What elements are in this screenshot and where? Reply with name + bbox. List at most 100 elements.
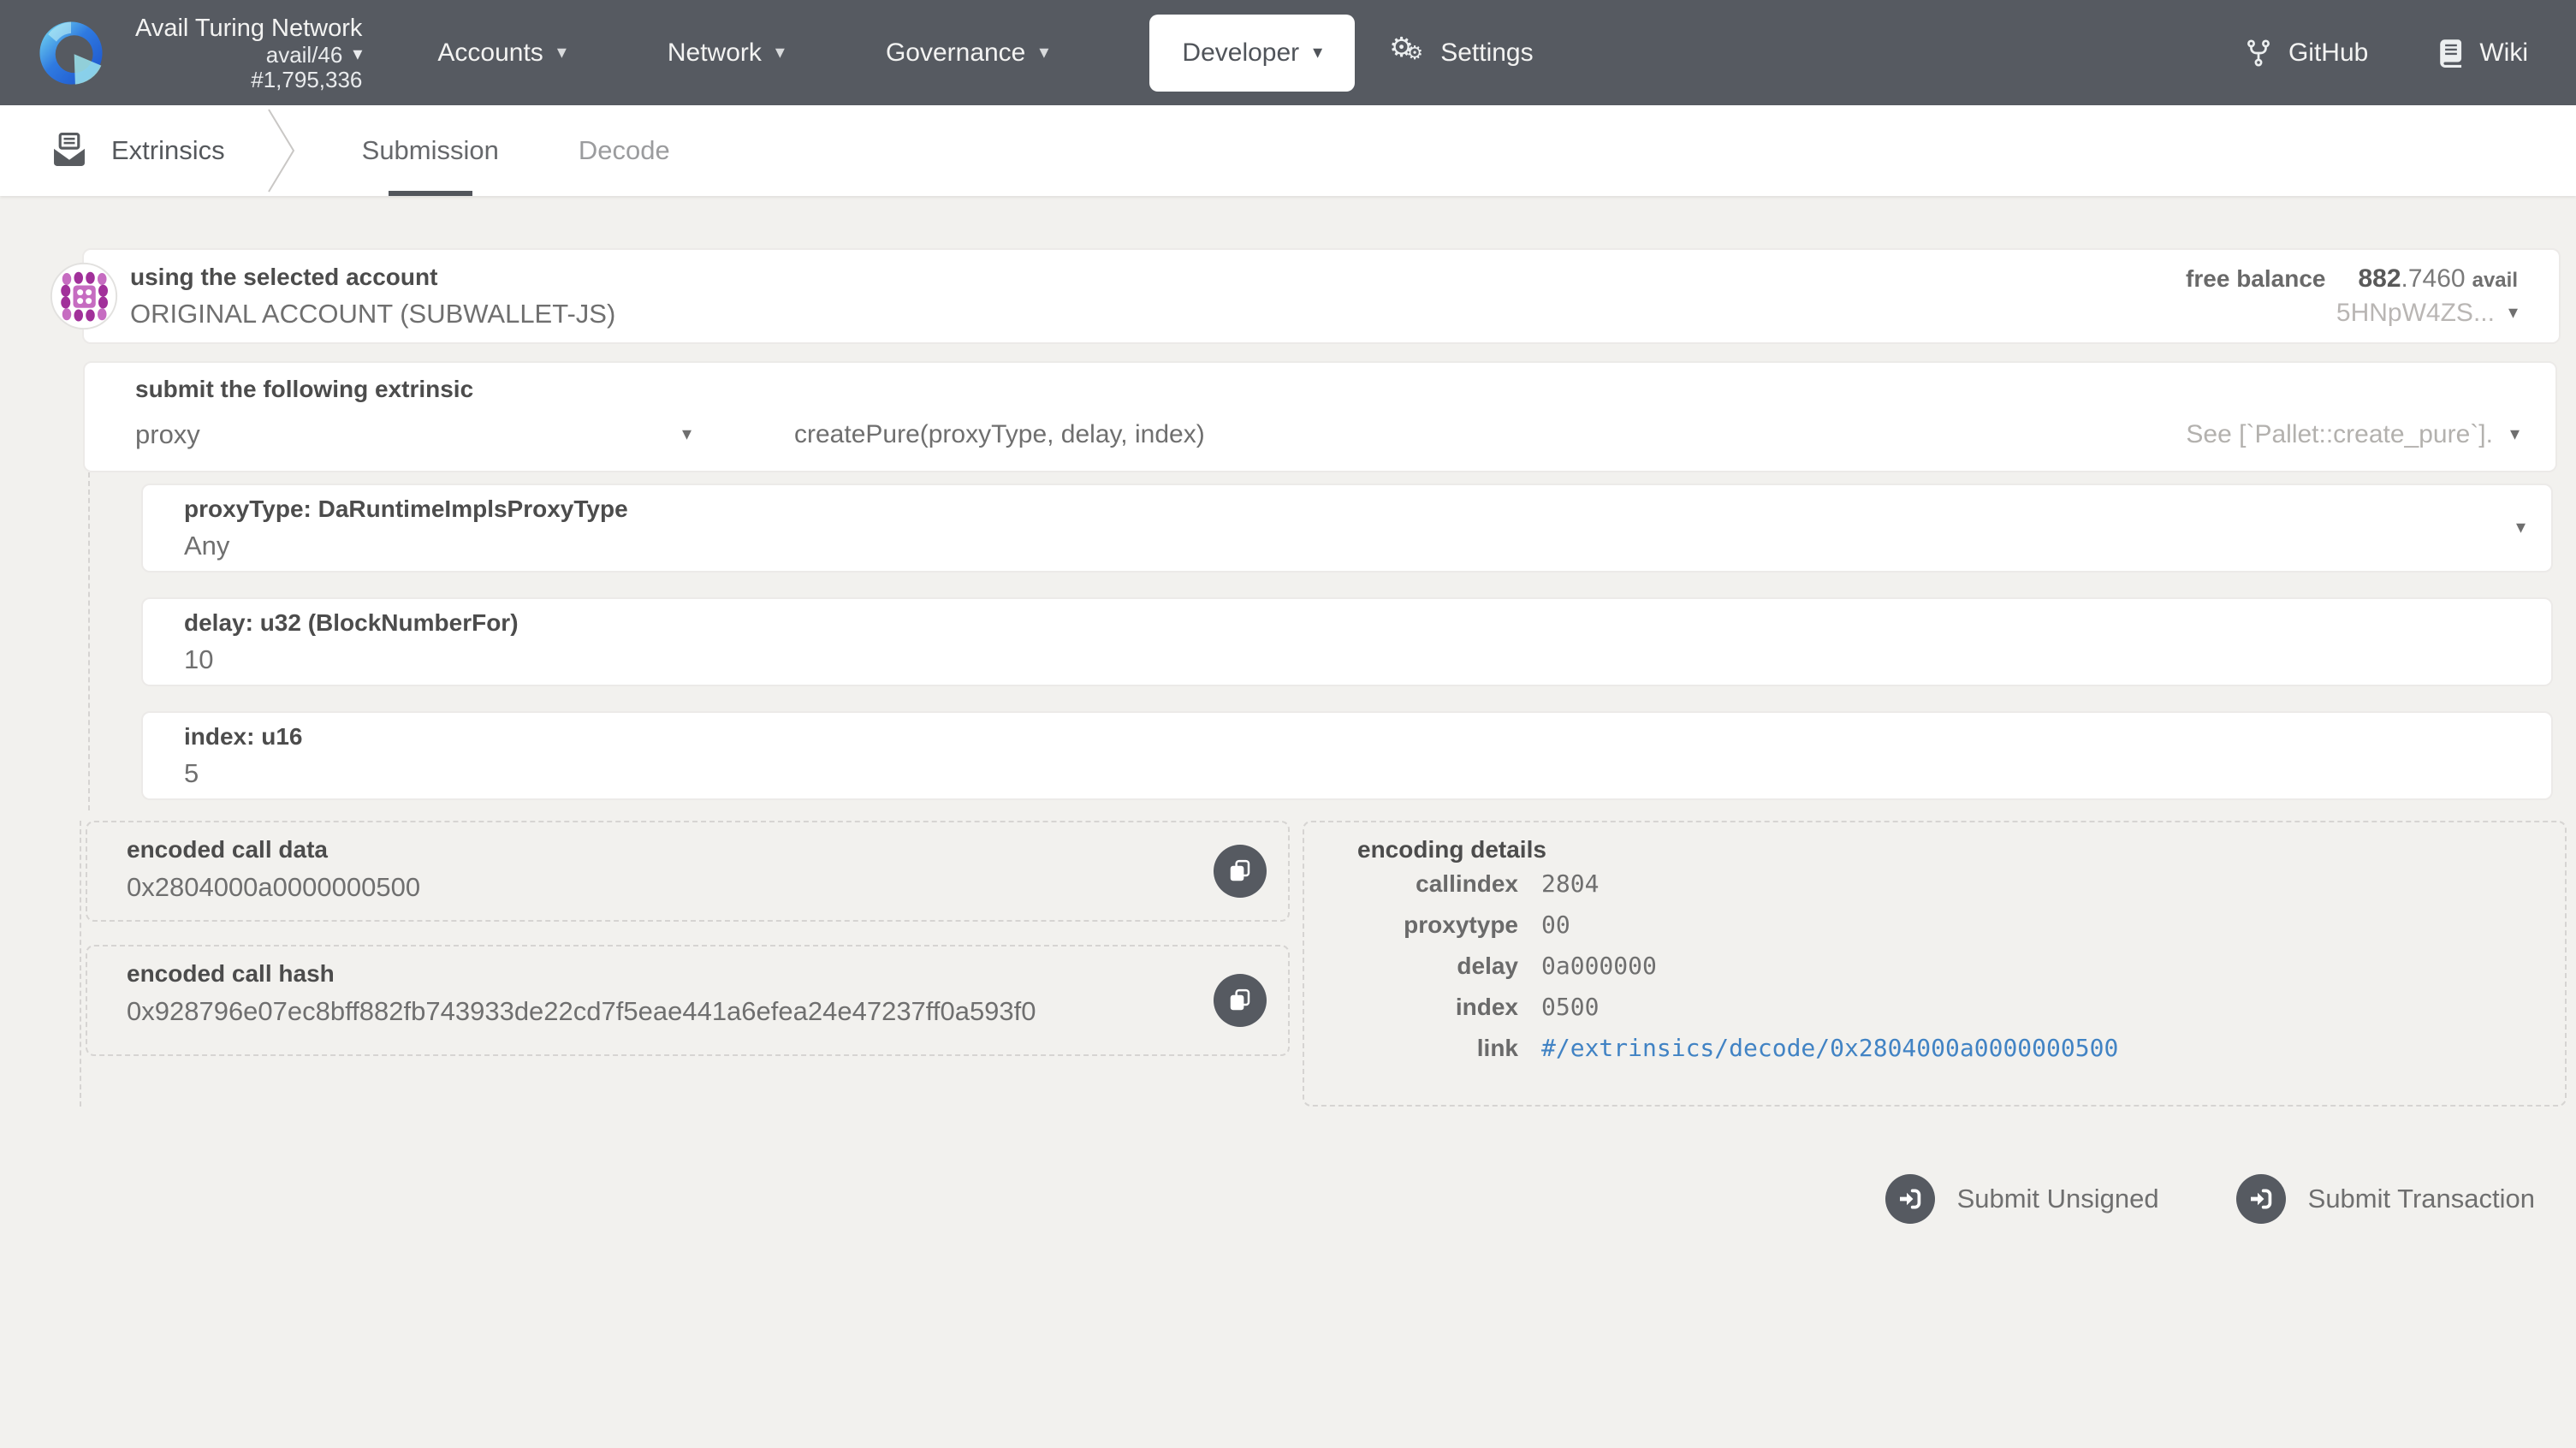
encoded-call-hash-value: 0x928796e07ec8bff882fb743933de22cd7f5eae… xyxy=(127,996,1177,1027)
param-label: proxyType: DaRuntimeImplsProxyType xyxy=(184,496,2551,523)
free-balance: free balance 882.7460avail xyxy=(2186,264,2518,294)
enc-row-label: proxytype xyxy=(1304,905,1518,946)
tab-submission[interactable]: Submission xyxy=(362,105,499,196)
extrinsics-page: using the selected account ORIGINAL ACCO… xyxy=(0,196,2576,1225)
extrinsic-card: submit the following extrinsic proxy ▾ c… xyxy=(83,361,2557,472)
chevron-down-icon: ▾ xyxy=(557,44,567,62)
book-icon xyxy=(2437,39,2464,68)
account-card: using the selected account ORIGINAL ACCO… xyxy=(82,248,2561,344)
extrinsic-selects: proxy ▾ createPure(proxyType, delay, ind… xyxy=(85,419,2555,450)
param-delay-input[interactable]: delay: u32 (BlockNumberFor) 10 xyxy=(141,597,2553,686)
submit-transaction-button[interactable]: Submit Transaction xyxy=(2231,1173,2540,1225)
gears-icon: ⚙⚙ xyxy=(1389,36,1427,70)
encoding-row: callindex 2804 xyxy=(1304,863,2565,905)
enc-row-label: index xyxy=(1304,987,1518,1028)
chevron-down-icon: ▾ xyxy=(1313,44,1322,62)
chevron-down-icon: ▾ xyxy=(2510,425,2520,444)
top-navbar: Avail Turing Network avail/46 ▾ #1,795,3… xyxy=(0,0,2576,105)
encoding-details-title: encoding details xyxy=(1357,836,2565,863)
section-head: Extrinsics xyxy=(50,131,225,170)
chevron-down-icon: ▾ xyxy=(353,45,362,64)
wiki-label: Wiki xyxy=(2479,39,2528,68)
menu-item-accounts[interactable]: Accounts ▾ xyxy=(437,39,566,68)
menu-governance-label: Governance xyxy=(886,39,1025,68)
address-short: 5HNpW4ZS... xyxy=(2336,299,2495,328)
enc-row-value: 0a000000 xyxy=(1541,946,1657,987)
param-value: 10 xyxy=(184,644,2551,675)
account-identicon[interactable] xyxy=(50,262,118,330)
enc-row-label: callindex xyxy=(1304,863,1518,905)
chevron-down-icon: ▾ xyxy=(2508,304,2518,323)
param-proxytype-select[interactable]: proxyType: DaRuntimeImplsProxyType Any ▾ xyxy=(141,484,2553,573)
param-value: Any xyxy=(184,531,2551,561)
encoding-row-link: link #/extrinsics/decode/0x2804000a00000… xyxy=(1304,1028,2565,1069)
method-value: createPure(proxyType, delay, index) xyxy=(794,420,1205,449)
github-link[interactable]: GitHub xyxy=(2244,39,2368,68)
best-block-number: #1,795,336 xyxy=(251,68,362,92)
account-address: 5HNpW4ZS... ▾ xyxy=(2336,299,2518,328)
navbar-external-links: GitHub Wiki xyxy=(2244,39,2528,68)
method-select[interactable]: createPure(proxyType, delay, index) See … xyxy=(794,420,2520,449)
enc-row-value: 2804 xyxy=(1541,863,1599,905)
param-index-input[interactable]: index: u16 5 xyxy=(141,711,2553,800)
tab-decode[interactable]: Decode xyxy=(579,105,670,196)
selected-account: using the selected account ORIGINAL ACCO… xyxy=(130,264,615,329)
submit-transaction-label: Submit Transaction xyxy=(2308,1184,2535,1214)
breadcrumb-divider xyxy=(266,108,297,193)
pallet-value: proxy xyxy=(135,419,200,450)
account-field-label: using the selected account xyxy=(130,264,615,291)
main-menu: Accounts ▾ Network ▾ Governance ▾ Develo… xyxy=(437,15,1634,92)
menu-item-developer[interactable]: Developer ▾ xyxy=(1149,15,1355,92)
submit-unsigned-label: Submit Unsigned xyxy=(1957,1184,2159,1214)
section-title: Extrinsics xyxy=(111,135,225,166)
free-balance-value: 882.7460avail xyxy=(2358,264,2518,294)
encoding-details-box: encoding details callindex 2804 proxytyp… xyxy=(1303,821,2567,1107)
encoded-call-hash-box: encoded call hash 0x928796e07ec8bff882fb… xyxy=(86,945,1290,1056)
copy-icon xyxy=(1227,988,1253,1013)
menu-item-governance[interactable]: Governance ▾ xyxy=(886,39,1048,68)
menu-item-settings[interactable]: ⚙⚙ Settings xyxy=(1389,36,1533,70)
chevron-down-icon: ▾ xyxy=(1039,44,1048,62)
encoded-output-section: encoded call data 0x2804000a0000000500 e… xyxy=(80,821,2567,1107)
pallet-select[interactable]: proxy ▾ xyxy=(135,419,700,450)
method-doc: See [`Pallet::create_pure`]. ▾ xyxy=(2186,420,2520,449)
menu-developer-label: Developer xyxy=(1182,39,1299,68)
free-balance-label: free balance xyxy=(2186,265,2325,293)
enc-row-label: delay xyxy=(1304,946,1518,987)
decode-link[interactable]: #/extrinsics/decode/0x2804000a0000000500 xyxy=(1541,1028,2118,1069)
encoded-call-data-box: encoded call data 0x2804000a0000000500 xyxy=(86,821,1290,922)
git-fork-icon xyxy=(2244,39,2273,68)
tab-bar: Extrinsics Submission Decode xyxy=(0,105,2576,196)
wiki-link[interactable]: Wiki xyxy=(2437,39,2528,68)
actions-row: Submit Unsigned Submit Transaction xyxy=(0,1173,2540,1225)
encoding-row: delay 0a000000 xyxy=(1304,946,2565,987)
param-label: index: u16 xyxy=(184,723,2551,751)
sign-in-icon xyxy=(1885,1174,1935,1224)
enc-row-value: 00 xyxy=(1541,905,1570,946)
chevron-down-icon: ▾ xyxy=(2516,519,2526,537)
account-name: ORIGINAL ACCOUNT (SUBWALLET-JS) xyxy=(130,299,615,329)
enc-row-label: link xyxy=(1304,1028,1518,1069)
extrinsic-field-label: submit the following extrinsic xyxy=(135,376,2555,403)
copy-call-data-button[interactable] xyxy=(1214,845,1267,898)
github-label: GitHub xyxy=(2288,39,2368,68)
chevron-down-icon: ▾ xyxy=(682,425,691,444)
menu-settings-label: Settings xyxy=(1440,39,1533,68)
enc-row-value: 0500 xyxy=(1541,987,1599,1028)
chain-spec-label: avail/46 xyxy=(266,43,343,68)
method-doc-text: See [`Pallet::create_pure`]. xyxy=(2186,420,2493,449)
submit-unsigned-button[interactable]: Submit Unsigned xyxy=(1880,1173,2164,1225)
encoded-call-data-value: 0x2804000a0000000500 xyxy=(127,872,1177,903)
copy-call-hash-button[interactable] xyxy=(1214,974,1267,1027)
chain-spec-selector[interactable]: avail/46 ▾ xyxy=(266,43,363,68)
brand-text: Avail Turing Network avail/46 ▾ #1,795,3… xyxy=(135,14,362,92)
params-group: proxyType: DaRuntimeImplsProxyType Any ▾… xyxy=(88,472,2553,810)
menu-item-network[interactable]: Network ▾ xyxy=(668,39,785,68)
encoded-call-hash-label: encoded call hash xyxy=(127,960,1177,988)
account-dropdown[interactable]: free balance 882.7460avail 5HNpW4ZS... ▾ xyxy=(2186,264,2518,328)
sign-in-icon xyxy=(2236,1174,2286,1224)
avail-logo-icon[interactable] xyxy=(38,20,104,86)
param-value: 5 xyxy=(184,758,2551,789)
encoded-output-left: encoded call data 0x2804000a0000000500 e… xyxy=(86,821,1290,1056)
network-name: Avail Turing Network xyxy=(135,14,362,43)
